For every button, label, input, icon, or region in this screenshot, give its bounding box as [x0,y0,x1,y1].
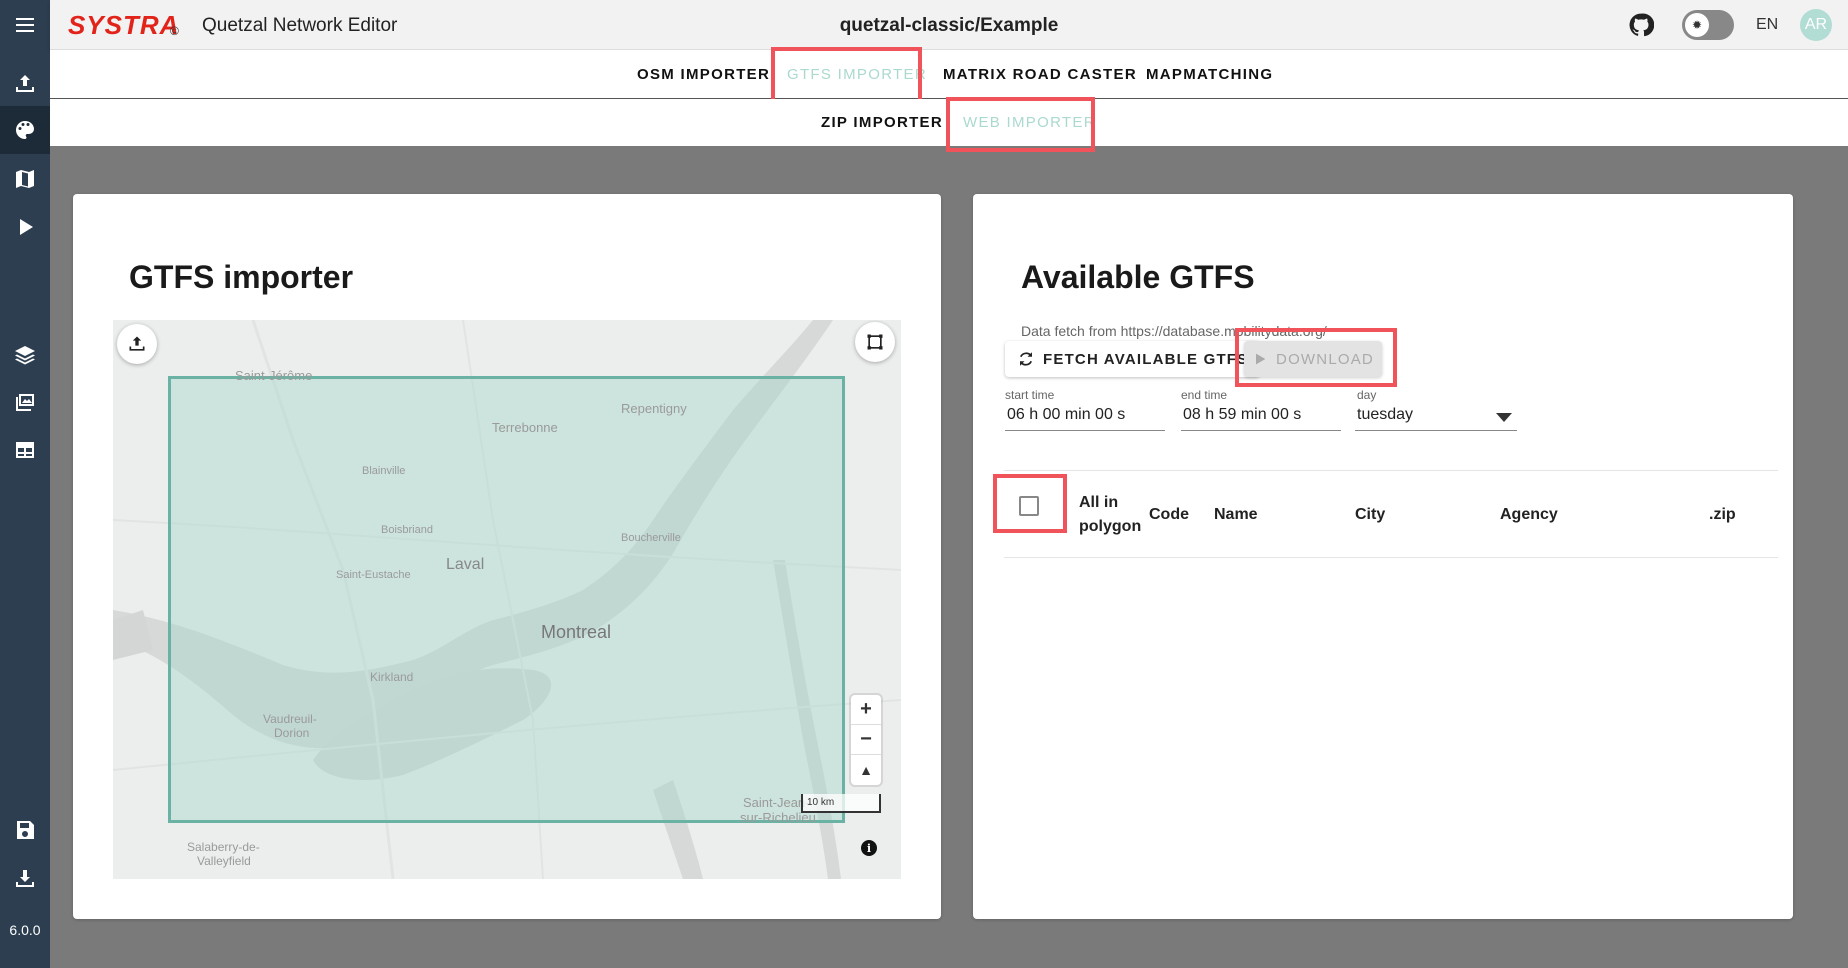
available-gtfs-title: Available GTFS [1021,259,1255,295]
sidebar-item-layers[interactable] [0,331,50,379]
sidebar-item-tables[interactable] [0,426,50,474]
table-icon [16,442,34,458]
tab-matrix-road-caster[interactable]: MATRIX ROAD CASTER [943,66,1137,83]
table-top-divider [1004,470,1778,471]
tab-zip-importer[interactable]: ZIP IMPORTER [821,114,943,131]
refresh-icon [1020,352,1032,366]
compass-button[interactable]: ▲ [851,755,881,785]
theme-toggle-icon: ✹ [1685,13,1709,37]
upload-icon [16,75,34,92]
app-title: Quetzal Network Editor [202,15,398,36]
sidebar-item-style[interactable] [0,106,50,154]
sidebar-item-map[interactable] [0,155,50,203]
header-agency[interactable]: Agency [1500,506,1558,524]
map-label: Saint-Jérôme [235,368,313,383]
map-label: Laval [446,556,485,573]
map-label: Valleyfield [197,854,251,868]
map-label: Repentigny [621,401,687,416]
map-label: Montreal [541,622,612,642]
language-selector[interactable]: EN [1756,16,1778,34]
sidebar-item-run[interactable] [0,203,50,251]
start-time-input[interactable]: 06 h 00 min 00 s [1005,403,1165,431]
copyright-mark: © [170,24,179,38]
save-icon [17,821,34,839]
map-label: Saint-Eustache [336,569,411,581]
zoom-out-button[interactable]: − [851,725,881,755]
info-icon[interactable]: i [861,840,877,856]
upload-geometry-button[interactable] [117,324,157,364]
systra-logo: SYSTRA [68,10,180,40]
map-label: Vaudreuil- [263,712,317,726]
top-bar: SYSTRA © Quetzal Network Editor quetzal-… [50,0,1848,50]
play-icon [20,219,33,235]
layers-icon [15,346,35,365]
menu-icon [16,18,34,32]
version-label: 6.0.0 [9,922,41,938]
header-all-in-polygon-line2: polygon [1079,518,1142,535]
selection-polygon[interactable] [168,376,845,823]
scale-bar: 10 km [801,794,881,813]
map[interactable]: Saint-Jérôme Repentigny Terrebonne Blain… [113,320,901,879]
sidebar-item-import[interactable] [0,60,50,108]
highlight-gtfs-tab [771,47,922,106]
map-label: Dorion [274,726,310,740]
highlight-checkbox [993,474,1067,533]
theme-toggle[interactable]: ✹ [1682,10,1734,40]
end-time-input[interactable]: 08 h 59 min 00 s [1181,403,1341,431]
zoom-in-button[interactable]: + [851,695,881,725]
sidebar-item-save[interactable] [0,806,50,854]
upload-icon [129,336,145,351]
header-zip[interactable]: .zip [1709,506,1736,524]
highlight-web-tab [946,97,1095,152]
fetch-available-gtfs-button[interactable]: FETCH AVAILABLE GTFS [1005,341,1261,377]
draw-rectangle-icon [867,334,883,350]
image-icon [16,394,34,411]
map-label: Boucherville [621,532,681,544]
tab-mapmatching[interactable]: MAPMATCHING [1146,66,1273,83]
map-label: Salaberry-de- [187,840,260,854]
palette-icon [15,121,34,139]
map-label: Blainville [362,465,406,477]
day-label: day [1357,388,1377,402]
start-time-label: start time [1005,388,1055,402]
fetch-button-label: FETCH AVAILABLE GTFS [1043,350,1249,368]
github-link[interactable] [1628,12,1655,38]
avatar[interactable]: AR [1800,9,1832,41]
sidebar-item-results[interactable] [0,378,50,426]
menu-button[interactable] [0,1,50,49]
tab-osm-importer[interactable]: OSM IMPORTER [637,66,770,83]
main-tabs: OSM IMPORTER GTFS IMPORTER MATRIX ROAD C… [50,50,1848,99]
map-label: Saint-Jean- [743,795,810,810]
zoom-control: + − ▲ [851,695,881,785]
map-label: Kirkland [370,670,414,684]
header-all-in-polygon: All in [1079,494,1119,511]
draw-polygon-button[interactable] [855,322,895,362]
sidebar: 6.0.0 [0,0,50,968]
day-select[interactable]: tuesday [1355,403,1517,431]
download-icon [16,870,34,887]
map-icon [16,170,34,188]
github-icon [1629,13,1655,37]
table-header-divider [1004,557,1778,558]
highlight-download-button [1235,328,1397,387]
map-label: Terrebonne [492,420,558,435]
map-label: Boisbriand [381,524,433,536]
header-code[interactable]: Code [1149,506,1189,524]
gtfs-importer-title: GTFS importer [129,259,354,295]
header-city[interactable]: City [1355,506,1385,524]
chevron-down-icon[interactable] [1496,413,1512,422]
end-time-label: end time [1181,388,1228,402]
header-name[interactable]: Name [1214,506,1258,524]
sidebar-item-export[interactable] [0,855,50,903]
